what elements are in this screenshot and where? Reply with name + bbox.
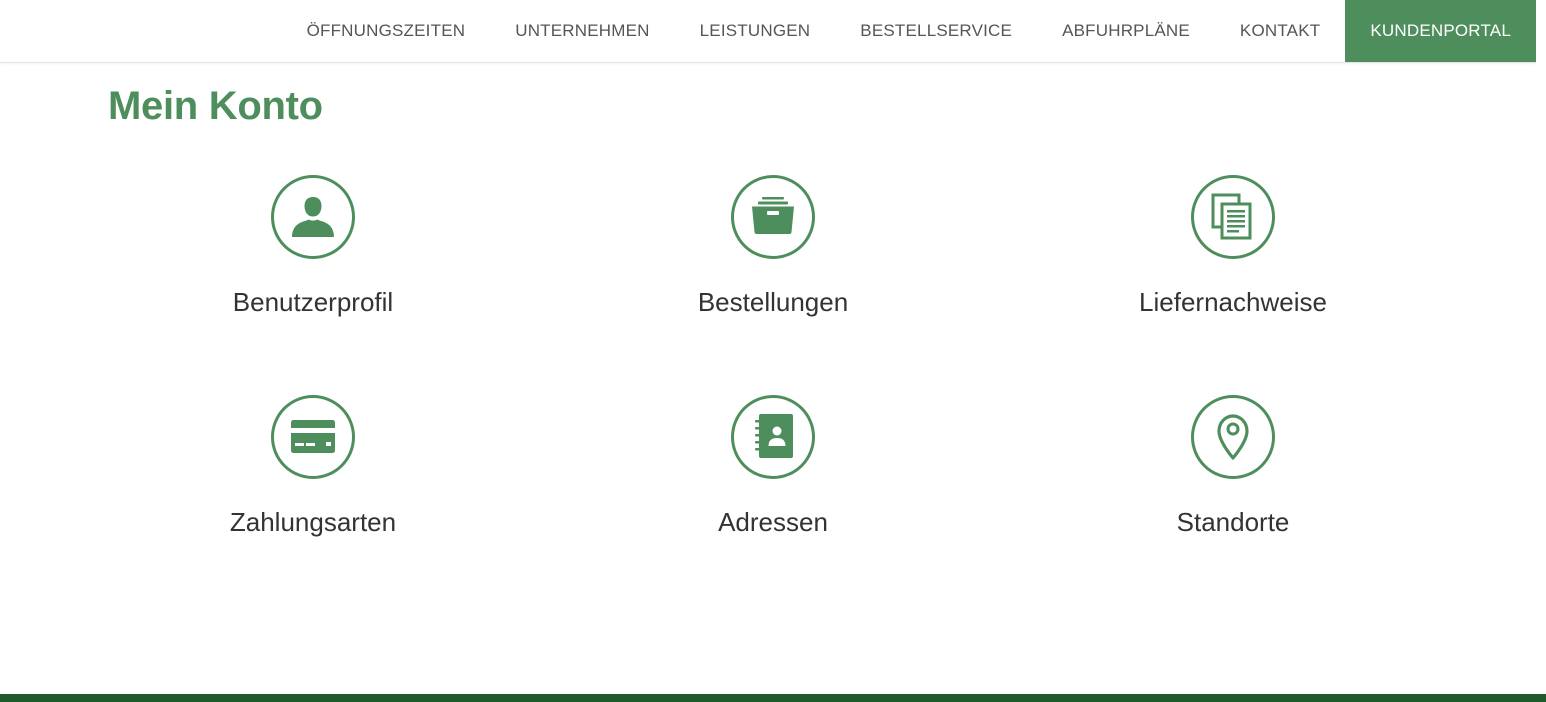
- tile-label: Adressen: [718, 507, 828, 537]
- nav-list: ÖFFNUNGSZEITEN UNTERNEHMEN LEISTUNGEN BE…: [282, 0, 1536, 62]
- archive-box-icon: [752, 197, 794, 234]
- credit-card-icon: [291, 420, 335, 453]
- address-book-icon: [755, 414, 793, 458]
- tile-label: Bestellungen: [697, 287, 849, 317]
- nav-item-bestellservice[interactable]: BESTELLSERVICE: [835, 0, 1037, 62]
- tile-standorte[interactable]: Standorte: [1053, 395, 1413, 565]
- tile-icon-circle: [271, 395, 355, 479]
- nav-item-oeffnungszeiten[interactable]: ÖFFNUNGSZEITEN: [282, 0, 491, 62]
- page-title: Mein Konto: [108, 84, 323, 128]
- tile-zahlungsarten[interactable]: Zahlungsarten: [133, 395, 493, 565]
- tile-label: Zahlungsarten: [229, 507, 397, 537]
- nav-item-kontakt[interactable]: KONTAKT: [1215, 0, 1345, 62]
- tile-liefernachweise[interactable]: Liefernachweise: [1053, 175, 1413, 345]
- top-navigation: ÖFFNUNGSZEITEN UNTERNEHMEN LEISTUNGEN BE…: [0, 0, 1536, 63]
- tile-icon-circle: [1191, 395, 1275, 479]
- tile-adressen[interactable]: Adressen: [593, 395, 953, 565]
- tile-label: Benutzerprofil: [232, 287, 394, 317]
- tile-benutzerprofil[interactable]: Benutzerprofil: [133, 175, 493, 345]
- nav-item-kundenportal[interactable]: KUNDENPORTAL: [1345, 0, 1536, 62]
- tile-bestellungen[interactable]: Bestellungen: [593, 175, 953, 345]
- user-icon: [292, 197, 334, 237]
- nav-item-leistungen[interactable]: LEISTUNGEN: [675, 0, 836, 62]
- map-pin-icon: [1217, 414, 1249, 460]
- page: ÖFFNUNGSZEITEN UNTERNEHMEN LEISTUNGEN BE…: [0, 0, 1546, 702]
- tile-icon-circle: [1191, 175, 1275, 259]
- nav-item-abfuhrplaene[interactable]: ABFUHRPLÄNE: [1037, 0, 1215, 62]
- tile-icon-circle: [731, 395, 815, 479]
- tile-icon-circle: [271, 175, 355, 259]
- tile-label: Liefernachweise: [1139, 287, 1327, 317]
- footer-bar: [0, 694, 1546, 702]
- scrollbar[interactable]: [1536, 0, 1546, 694]
- tile-icon-circle: [731, 175, 815, 259]
- documents-icon: [1211, 193, 1252, 240]
- tile-label: Standorte: [1176, 507, 1290, 537]
- nav-item-unternehmen[interactable]: UNTERNEHMEN: [490, 0, 674, 62]
